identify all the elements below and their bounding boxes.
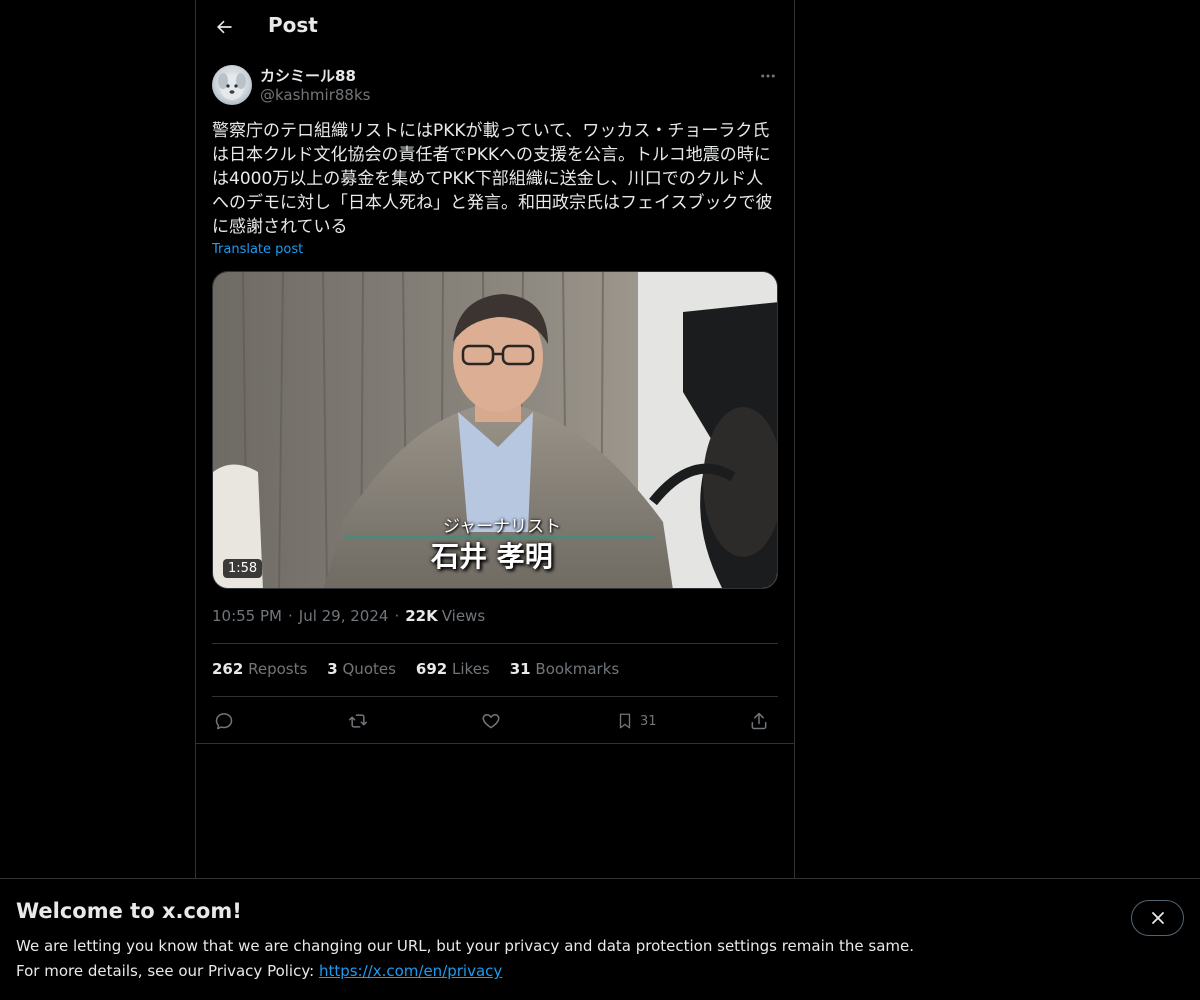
reposts-count: 262 [212,660,244,678]
post-header: Post [196,0,794,54]
repost-button[interactable] [347,706,369,736]
video-caption-large: 石井 孝明 [431,540,553,573]
bookmark-icon [619,713,631,729]
separator-dot: · [287,607,293,625]
video-duration: 1:58 [223,559,263,578]
back-button[interactable] [208,11,240,43]
url-change-banner: Welcome to x.com! We are letting you kno… [0,878,1200,1000]
author-name[interactable]: カシミール88 [260,65,356,86]
repost-icon [348,714,368,728]
video-player[interactable]: ジャーナリスト 石井 孝明 1:58 [212,271,778,589]
banner-title: Welcome to x.com! [16,899,242,923]
bookmarks-label: Bookmarks [535,660,620,678]
avatar-image [218,73,246,100]
bookmark-count: 31 [640,713,657,729]
arrow-left-icon [217,20,232,34]
divider [212,643,778,644]
divider [212,696,778,697]
quotes-label: Quotes [342,660,396,678]
quotes-stat[interactable]: 3 Quotes [327,660,396,678]
quotes-count: 3 [327,660,338,678]
reposts-label: Reposts [248,660,308,678]
bookmarks-count: 31 [509,660,531,678]
close-banner-button[interactable] [1131,900,1184,936]
post-date[interactable]: Jul 29, 2024 [299,607,389,625]
views-count: 22K [405,607,438,625]
share-button[interactable] [749,706,769,736]
bookmarks-stat[interactable]: 31 Bookmarks [510,660,619,678]
author-handle[interactable]: @kashmir88ks [260,86,370,104]
post-time[interactable]: 10:55 PM [212,607,282,625]
likes-stat[interactable]: 692 Likes [416,660,490,678]
likes-label: Likes [452,660,490,678]
post-meta: 10:55 PM · Jul 29, 2024 · 22K Views [212,607,485,625]
bookmark-button[interactable]: 31 [616,706,657,736]
banner-privacy-prefix: For more details, see our Privacy Policy… [16,962,319,980]
privacy-policy-link[interactable]: https://x.com/en/privacy [319,962,502,980]
views-label: Views [441,607,486,625]
more-icon [761,74,775,78]
heart-icon [482,714,500,729]
banner-privacy-line: For more details, see our Privacy Policy… [16,962,502,980]
action-bar: 31 [212,706,778,736]
divider [196,743,794,744]
close-icon [1151,912,1164,924]
likes-count: 692 [415,660,448,678]
reply-icon [215,713,233,730]
banner-message: We are letting you know that we are chan… [16,937,915,955]
translate-post-link[interactable]: Translate post [212,242,303,257]
post-stats: 262 Reposts 3 Quotes 692 Likes 31 Bookma… [212,660,619,678]
page-title: Post [268,13,318,37]
post-text: 警察庁のテロ組織リストにはPKKが載っていて、ワッカス・チョーラク氏は日本クルド… [212,121,773,237]
more-options-button[interactable] [756,64,780,88]
like-button[interactable] [481,706,501,736]
video-caption-small: ジャーナリスト [443,517,562,537]
main-column: Post カシミール88 @kashmir88ks 警察庁のテロ組織リストにはP… [195,0,795,1000]
reposts-stat[interactable]: 262 Reposts [212,660,307,678]
separator-dot: · [394,607,400,625]
reply-button[interactable] [214,706,234,736]
share-icon [751,712,767,730]
avatar[interactable] [212,65,252,105]
